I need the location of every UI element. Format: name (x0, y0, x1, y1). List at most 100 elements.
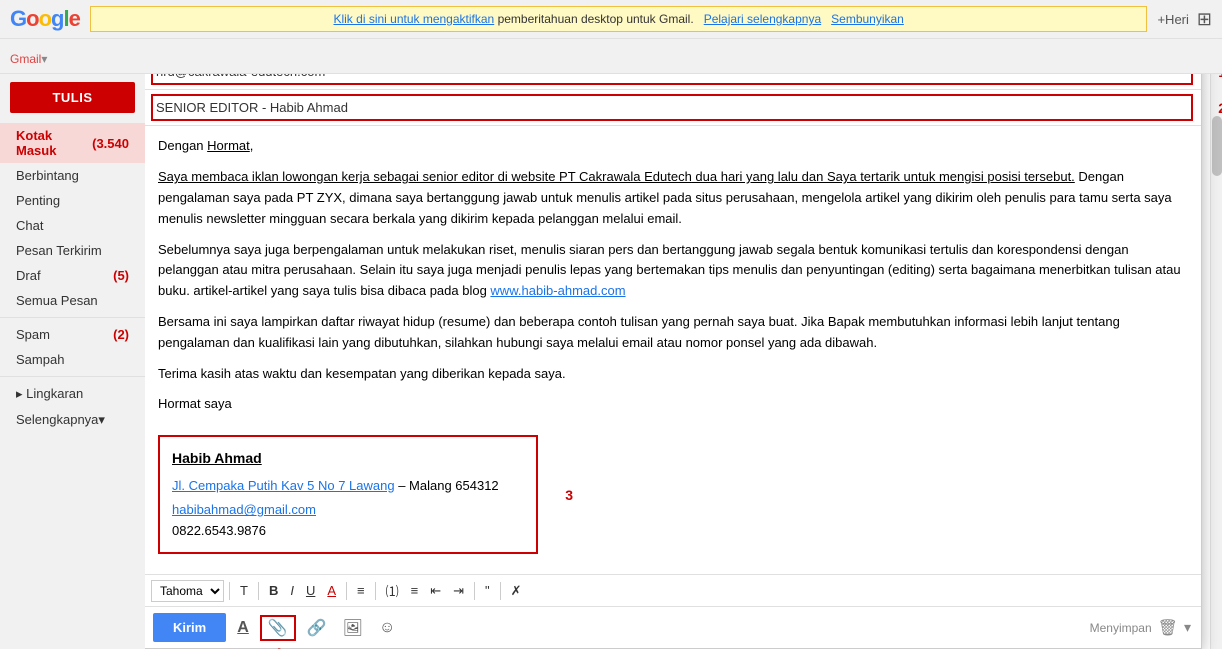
sidebar-item-trash[interactable]: Sampah (0, 347, 145, 372)
italic-button[interactable]: I (285, 581, 299, 600)
toolbar-sep-4 (375, 582, 376, 600)
subject-field-row: 2 (145, 90, 1201, 126)
user-name: +Heri (1157, 12, 1188, 27)
sidebar-item-spam-count: (2) (113, 327, 129, 342)
more-options-icon[interactable]: ▾ (1184, 619, 1191, 636)
sidebar-item-circles-label: ▸ Lingkaran (16, 386, 83, 402)
sidebar-item-drafts[interactable]: Draf (5) (0, 263, 145, 288)
blockquote-button[interactable]: " (480, 581, 495, 600)
send-button[interactable]: Kirim (153, 613, 226, 642)
number-label-3: 3 (565, 483, 573, 505)
delete-icon[interactable]: 🗑 (1158, 618, 1178, 638)
font-size-button[interactable]: T (235, 581, 253, 600)
sidebar-item-chat[interactable]: Chat (0, 213, 145, 238)
font-color-button[interactable]: A (322, 581, 341, 600)
top-right-controls: +Heri ⊞ (1157, 9, 1212, 30)
notification-cta-link[interactable]: Klik di sini untuk mengaktifkan (333, 12, 494, 26)
closing: Hormat saya (158, 394, 1186, 415)
sidebar-divider-2 (0, 376, 145, 377)
sidebar-item-important[interactable]: Penting (0, 188, 145, 213)
para4: Terima kasih atas waktu dan kesempatan y… (158, 364, 1186, 385)
email-link[interactable]: habibahmad@gmail.com (172, 502, 316, 517)
bullet-list-button[interactable]: ≡ (406, 581, 424, 600)
align-button[interactable]: ≡ (352, 581, 370, 600)
insert-emoticon-button[interactable]: ☺ (374, 617, 400, 639)
para2: Sebelumnya saya juga berpengalaman untuk… (158, 240, 1186, 302)
learn-more-link[interactable]: Pelajari selengkapnya (704, 12, 821, 26)
para1: Saya membaca iklan lowongan kerja sebaga… (158, 167, 1186, 229)
sidebar-item-spam[interactable]: Spam (2) (0, 322, 145, 347)
to-field-box (151, 74, 1193, 85)
subject-input[interactable] (154, 97, 1190, 118)
scrollbar-track (1210, 74, 1222, 649)
sidebar-item-chat-label: Chat (16, 218, 43, 233)
toolbar-sep-5 (474, 582, 475, 600)
greeting: Dengan Hormat, (158, 136, 1186, 157)
gmail-label: Gmail▾ (10, 43, 47, 69)
signature-container: Habib Ahmad Jl. Cempaka Putih Kav 5 No 7… (158, 425, 538, 564)
blog-link[interactable]: www.habib-ahmad.com (490, 283, 625, 298)
notification-text: pemberitahuan desktop untuk Gmail. (498, 12, 694, 26)
font-family-select[interactable]: Tahoma (151, 580, 224, 602)
bold-button[interactable]: B (264, 581, 283, 600)
signature-address: Jl. Cempaka Putih Kav 5 No 7 Lawang – Ma… (172, 476, 524, 497)
sidebar-item-drafts-count: (5) (113, 268, 129, 283)
insert-link-button[interactable]: 🔗 (302, 616, 332, 640)
sidebar-item-trash-label: Sampah (16, 352, 64, 367)
to-input[interactable] (154, 74, 1190, 82)
remove-format-button[interactable]: ✗ (506, 581, 527, 601)
sidebar-item-important-label: Penting (16, 193, 60, 208)
apps-icon[interactable]: ⊞ (1197, 9, 1212, 30)
saving-label: Menyimpan (1090, 621, 1152, 635)
toolbar-sep-6 (500, 582, 501, 600)
sidebar-item-more-label: Selengkapnya▾ (16, 412, 105, 428)
toolbar-sep-3 (346, 582, 347, 600)
sidebar-divider (0, 317, 145, 318)
attach-button[interactable]: 📎 (260, 615, 296, 641)
address-link[interactable]: Jl. Cempaka Putih Kav 5 No 7 Lawang (172, 478, 395, 493)
to-field-row: 1 (145, 74, 1201, 90)
signature-phone: 0822.6543.9876 (172, 521, 524, 542)
para3: Bersama ini saya lampirkan daftar riwaya… (158, 312, 1186, 354)
subject-field-box (151, 94, 1193, 121)
top-bar: Google Klik di sini untuk mengaktifkan p… (0, 0, 1222, 39)
sidebar: TULIS Kotak Masuk (3.540 Berbintang Pent… (0, 74, 145, 649)
compose-button[interactable]: TULIS (10, 82, 135, 113)
compose-toolbar: Tahoma T B I U A ≡ ⑴ ≡ ⇤ ⇥ " ✗ (145, 574, 1201, 606)
insert-photo-button[interactable]: 🖼 (338, 616, 368, 640)
numbered-list-button[interactable]: ⑴ (381, 579, 404, 602)
hide-link[interactable]: Sembunyikan (831, 12, 904, 26)
signature-name: Habib Ahmad (172, 447, 524, 469)
sidebar-item-more[interactable]: Selengkapnya▾ (0, 407, 145, 433)
scrollbar-thumb[interactable] (1212, 116, 1222, 176)
signature-box: Habib Ahmad Jl. Cempaka Putih Kav 5 No 7… (158, 435, 538, 554)
compose-actions: Kirim A 📎 4 🔗 🖼 ☺ Menyimpan 🗑 ▾ (145, 606, 1201, 648)
sidebar-item-spam-label: Spam (16, 327, 50, 342)
attach-button-container: 📎 4 (260, 615, 296, 641)
sidebar-item-starred-label: Berbintang (16, 168, 79, 183)
sidebar-item-sent[interactable]: Pesan Terkirim (0, 238, 145, 263)
sidebar-item-inbox-count: (3.540 (92, 136, 129, 151)
number-label-1: 1 (1218, 74, 1222, 80)
compose-email-body[interactable]: Dengan Hormat, Saya membaca iklan lowong… (145, 126, 1201, 574)
sidebar-item-all[interactable]: Semua Pesan (0, 288, 145, 313)
content-area: Pesan Baru − ↗ ✕ 1 2 (145, 74, 1222, 649)
main-layout: TULIS Kotak Masuk (3.540 Berbintang Pent… (0, 74, 1222, 649)
sidebar-item-circles[interactable]: ▸ Lingkaran (0, 381, 145, 407)
sidebar-item-drafts-label: Draf (16, 268, 41, 283)
indent-less-button[interactable]: ⇤ (425, 581, 446, 601)
format-text-button[interactable]: A (232, 617, 254, 639)
sidebar-item-starred[interactable]: Berbintang (0, 163, 145, 188)
underline-button[interactable]: U (301, 581, 320, 600)
sidebar-item-sent-label: Pesan Terkirim (16, 243, 102, 258)
sidebar-item-inbox-label: Kotak Masuk (16, 128, 92, 158)
toolbar-sep-2 (258, 582, 259, 600)
google-logo: Google (10, 6, 80, 32)
compose-window: Pesan Baru − ↗ ✕ 1 2 (145, 74, 1202, 649)
indent-more-button[interactable]: ⇥ (448, 581, 469, 601)
gmail-header: Gmail▾ (0, 39, 1222, 74)
toolbar-sep-1 (229, 582, 230, 600)
sidebar-item-all-label: Semua Pesan (16, 293, 98, 308)
sidebar-item-inbox[interactable]: Kotak Masuk (3.540 (0, 123, 145, 163)
notification-bar: Klik di sini untuk mengaktifkan pemberit… (90, 6, 1148, 32)
